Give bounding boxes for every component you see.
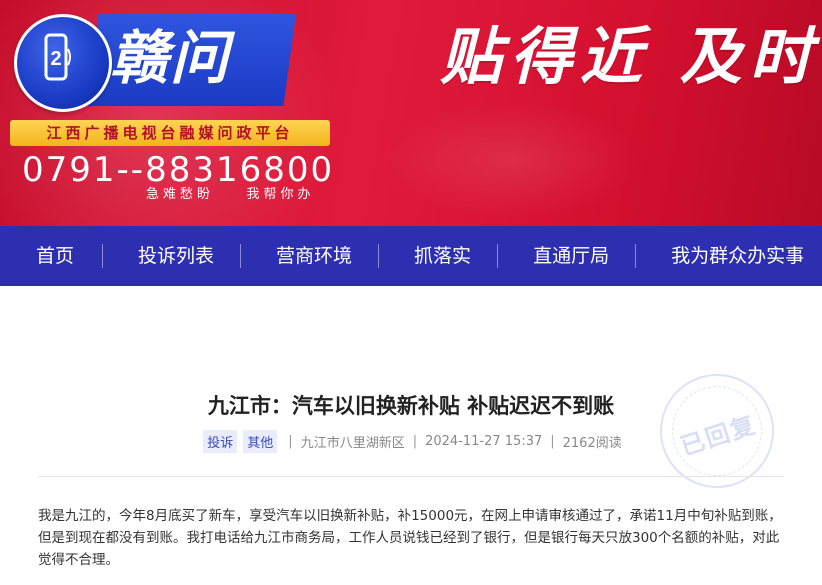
svg-text:2: 2 xyxy=(50,48,61,70)
tag-other[interactable]: 其他 xyxy=(243,430,278,453)
meta-separator: | xyxy=(412,434,418,449)
meta-separator: | xyxy=(288,434,293,449)
nav-item-direct-departments[interactable]: 直通厅局 xyxy=(497,226,635,286)
banner-slogan: 贴得近 及时 xyxy=(440,20,820,93)
post-datetime: 2024-11-27 15:37 xyxy=(425,434,543,449)
phone-icon: 2 xyxy=(44,33,71,81)
article-meta: 投诉 其他 | 九江市八里湖新区 | 2024-11-27 15:37 | 21… xyxy=(0,430,822,453)
nav-item-implementation[interactable]: 抓落实 xyxy=(378,226,497,286)
nav-item-home[interactable]: 首页 xyxy=(0,226,102,286)
tag-complaint[interactable]: 投诉 xyxy=(203,430,238,453)
logo-text[interactable]: 赣问 xyxy=(110,18,230,98)
hotline-number: 0791--88316800 xyxy=(22,150,335,190)
location-label: 九江市八里湖新区 xyxy=(300,436,405,451)
article-title: 九江市：汽车以旧换新补贴 补贴迟迟不到账 xyxy=(207,394,615,418)
divider xyxy=(38,476,784,477)
nav-item-practical-matters[interactable]: 我为群众办实事 xyxy=(635,226,822,286)
banner-map-decoration xyxy=(380,100,640,220)
read-count: 2162阅读 xyxy=(562,436,622,451)
platform-tagline: 江西广播电视台融媒问政平台 xyxy=(46,124,294,142)
phone-logo-icon: 2 xyxy=(14,14,112,112)
meta-separator: | xyxy=(550,434,555,449)
article-body: 我是九江的，今年8月底买了新车，享受汽车以旧换新补贴，补15000元，在网上申请… xyxy=(38,508,782,568)
hotline-subtitle: 急难愁盼 我帮你办 xyxy=(146,187,315,202)
main-nav: 首页 投诉列表 营商环境 抓落实 直通厅局 我为群众办实事 联 xyxy=(0,226,822,286)
nav-item-business-environment[interactable]: 营商环境 xyxy=(240,226,378,286)
header-banner: 2 赣问 贴得近 及时 江西广播电视台融媒问政平台 0791--88316800… xyxy=(0,0,822,226)
nav-item-complaint-list[interactable]: 投诉列表 xyxy=(102,226,240,286)
